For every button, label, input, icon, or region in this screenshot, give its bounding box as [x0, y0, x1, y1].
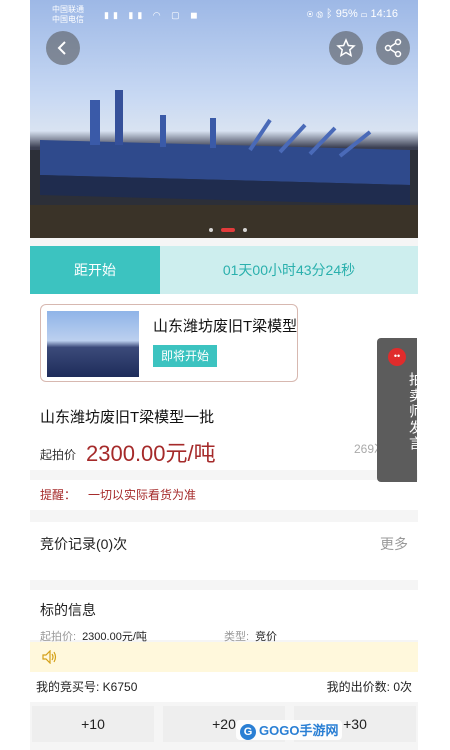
watermark-text: GOGO手游网 — [259, 723, 339, 738]
signal-icons: ▮▮ ▮▮ ◠ ▢ ◼ — [104, 10, 202, 20]
countdown-time: 01天00小时43分24秒 — [160, 246, 418, 294]
bid-records-more-link[interactable]: 更多 — [380, 534, 408, 554]
session-status-badge: 即将开始 — [153, 345, 218, 367]
countdown-bar: 距开始 01天00小时43分24秒 — [30, 246, 418, 294]
chat-bubble-icon: •• — [388, 348, 406, 366]
session-card-area: 山东潍坊废旧T梁模型 即将开始 — [30, 294, 418, 392]
lot-info-section: 标的信息 起拍价: 2300.00元/吨 类型: 竞价 — [30, 590, 418, 643]
clock: 14:16 — [370, 8, 398, 20]
watermark-logo-icon: G — [240, 723, 256, 740]
auctioneer-speech-label: 拍卖师发言 — [408, 372, 424, 452]
battery-icon: ▭ — [360, 8, 368, 20]
carousel-indicator — [205, 221, 251, 232]
speaker-icon — [42, 650, 57, 664]
star-icon — [336, 38, 356, 58]
reminder-bar: 提醒： 一切以实际看货为准 — [30, 480, 418, 510]
countdown-label: 距开始 — [30, 246, 160, 294]
eye-icon: ◉ — [306, 8, 314, 20]
carousel-dot[interactable] — [209, 227, 213, 232]
lot-info-title: 标的信息 — [40, 602, 96, 618]
my-bid-number: 我的竞买号: K6750 — [36, 680, 138, 694]
carrier-names: 中国联通 中国电信 — [52, 5, 84, 25]
nfc-icon: Ⓝ — [316, 8, 323, 20]
back-arrow-icon — [57, 41, 66, 55]
carrier-2: 中国电信 — [52, 15, 84, 24]
back-button[interactable] — [46, 31, 80, 65]
status-right: ◉ Ⓝ ᛒ 95% ▭ 14:16 — [307, 8, 398, 20]
carrier-1: 中国联通 — [52, 5, 84, 14]
bid-records-section: 竞价记录(0)次 更多 — [30, 522, 418, 580]
bluetooth-icon: ᛒ — [326, 8, 333, 20]
carousel-dot[interactable] — [243, 227, 247, 232]
start-price-value: 2300.00元/吨 — [86, 441, 216, 466]
bid-increment-buttons: +10 +20 +30 — [30, 706, 418, 750]
session-title: 山东潍坊废旧T梁模型 — [153, 318, 298, 335]
favorite-button[interactable] — [329, 31, 363, 65]
bid-plus-10-button[interactable]: +10 — [32, 706, 154, 742]
lot-summary: 山东潍坊废旧T梁模型一批 起拍价 2300.00元/吨 269次围观 — [30, 392, 418, 470]
session-thumbnail — [47, 311, 139, 377]
auction-detail-page: 中国联通 中国电信 ▮▮ ▮▮ ◠ ▢ ◼ ◉ Ⓝ ᛒ 95% ▭ 14:16 — [30, 0, 418, 750]
auctioneer-speech-tab[interactable]: •• 拍卖师发言 — [377, 338, 424, 482]
reminder-text: 一切以实际看货为准 — [88, 488, 197, 502]
share-button[interactable] — [376, 31, 410, 65]
status-bar: 中国联通 中国电信 ▮▮ ▮▮ ◠ ▢ ◼ ◉ Ⓝ ᛒ 95% ▭ 14:16 — [30, 0, 418, 28]
my-bid-count: 我的出价数: 0次 — [326, 680, 412, 694]
announcement-bar[interactable] — [30, 642, 418, 672]
reminder-label: 提醒： — [40, 488, 77, 502]
bidder-stats: 我的竞买号: K6750 我的出价数: 0次 — [30, 672, 418, 702]
start-price-label: 起拍价 — [40, 448, 77, 462]
battery-percent: 95% — [335, 8, 358, 20]
site-watermark: G GOGO手游网 — [236, 720, 343, 740]
lot-title: 山东潍坊废旧T梁模型一批 — [40, 409, 215, 426]
carousel-dot-active[interactable] — [221, 227, 235, 232]
share-icon — [384, 38, 402, 58]
auction-session-card[interactable]: 山东潍坊废旧T梁模型 即将开始 — [40, 304, 298, 382]
lot-image-carousel[interactable]: 中国联通 中国电信 ▮▮ ▮▮ ◠ ▢ ◼ ◉ Ⓝ ᛒ 95% ▭ 14:16 — [30, 0, 418, 238]
bid-records-title: 竞价记录(0)次 — [40, 536, 128, 552]
